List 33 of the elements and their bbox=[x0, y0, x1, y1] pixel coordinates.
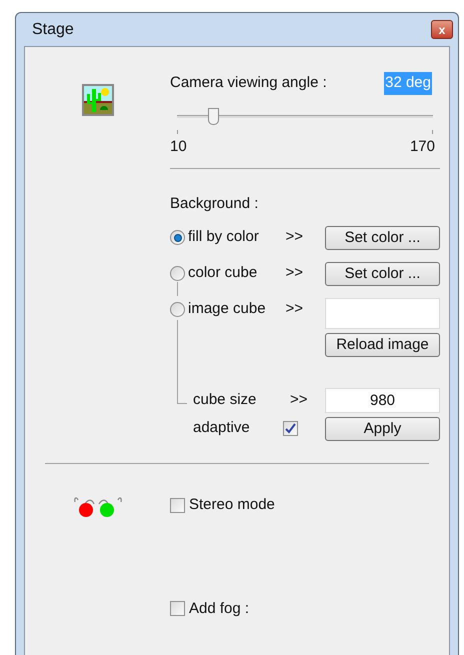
cube-size-label: cube size bbox=[192, 390, 258, 410]
adaptive-checkbox[interactable] bbox=[283, 421, 298, 436]
arrow-label: >> bbox=[290, 390, 309, 410]
angle-label: Camera viewing angle : bbox=[170, 73, 327, 93]
fog-checkbox[interactable] bbox=[170, 601, 185, 616]
arrow-label: >> bbox=[285, 227, 304, 248]
fog-label: Add fog : bbox=[189, 598, 250, 618]
image-path-field[interactable] bbox=[325, 298, 440, 328]
action-button[interactable]: Reload image bbox=[325, 332, 440, 356]
landscape-cactus-icon bbox=[82, 84, 114, 116]
tree-line bbox=[177, 282, 178, 296]
stereo-checkbox[interactable] bbox=[170, 498, 185, 513]
action-button[interactable]: Set color ... bbox=[325, 226, 440, 250]
arrow-label: >> bbox=[285, 299, 304, 320]
max-label: 170 bbox=[410, 136, 435, 156]
cube-size-field[interactable]: 980 bbox=[325, 388, 440, 412]
min-label: 10 bbox=[170, 136, 187, 156]
option-label: image cube bbox=[188, 299, 266, 320]
close-button[interactable]: x bbox=[431, 20, 453, 39]
option-label: fill by color bbox=[188, 227, 259, 248]
radio-button[interactable] bbox=[170, 230, 185, 245]
action-button[interactable]: Set color ... bbox=[325, 262, 440, 286]
slider-thumb[interactable] bbox=[208, 108, 219, 124]
action-button[interactable]: Apply bbox=[325, 416, 440, 440]
radio-button[interactable] bbox=[170, 302, 185, 317]
window-title: Stage bbox=[32, 20, 74, 40]
stereo-label: Stereo mode bbox=[189, 495, 275, 516]
adaptive-label: adaptive bbox=[192, 418, 251, 438]
arrow-label: >> bbox=[285, 263, 304, 284]
radio-button[interactable] bbox=[170, 266, 185, 281]
option-label: color cube bbox=[188, 263, 258, 284]
background-label: Background : bbox=[170, 194, 260, 214]
stereo-glasses-icon bbox=[72, 496, 124, 518]
